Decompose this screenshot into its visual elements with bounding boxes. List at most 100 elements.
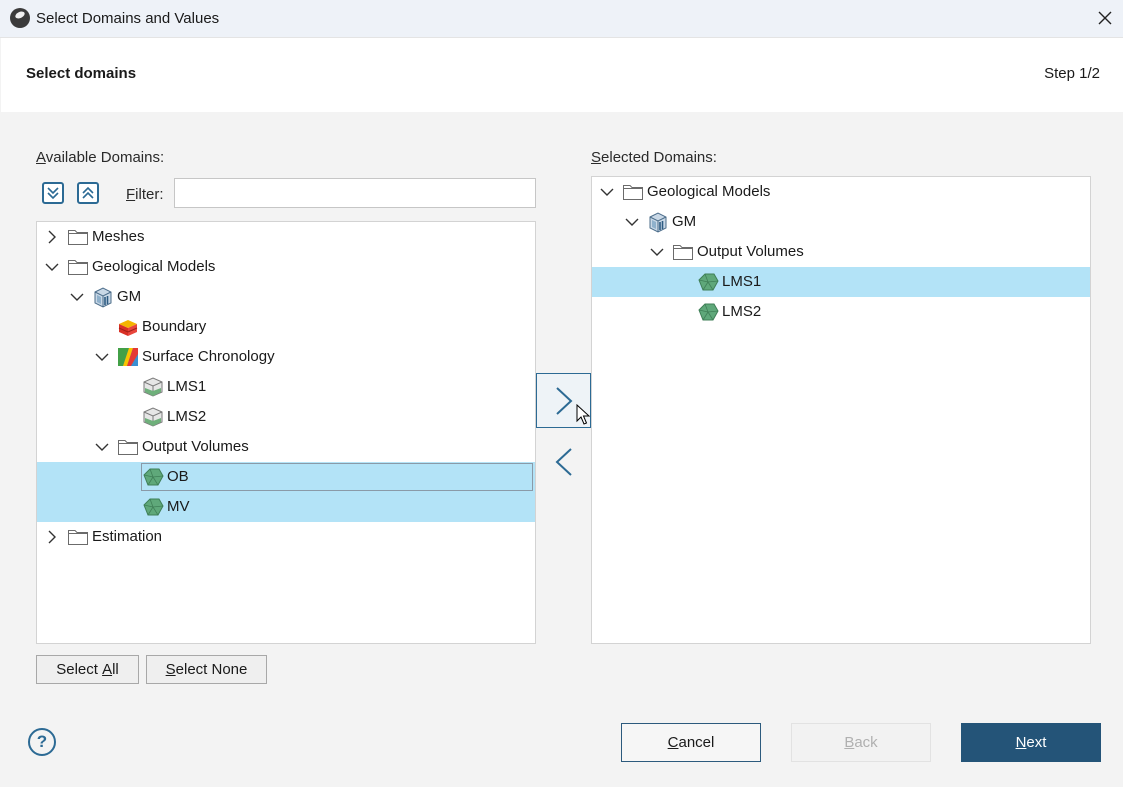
folder-icon [117, 436, 139, 458]
filter-input[interactable] [174, 178, 536, 208]
chevron-down-icon[interactable] [94, 349, 110, 365]
remove-from-selected-button[interactable] [546, 440, 582, 484]
tree-row[interactable]: Boundary [37, 312, 535, 342]
tree-row[interactable]: Estimation [37, 522, 535, 552]
tree-item-label: MV [167, 498, 190, 515]
chevron-right-icon[interactable] [44, 529, 60, 545]
tree-item-label: Boundary [142, 318, 207, 335]
chevron-down-icon[interactable] [599, 184, 615, 200]
tree-item[interactable] [142, 494, 532, 520]
boundary-icon [117, 316, 139, 338]
next-text: ext [1026, 734, 1047, 751]
mouse-cursor-icon [576, 404, 590, 425]
filter-label-text: ilter: [135, 186, 164, 203]
available-domains-tree[interactable]: Meshes Geological Models GM Boundary Surface… [36, 221, 536, 644]
tree-row[interactable]: LMS2 [592, 297, 1090, 327]
filter-label: Filter: [126, 186, 164, 203]
app-logo-icon [10, 8, 30, 28]
next-accel: N [1015, 734, 1027, 751]
select-all-accel: A [102, 661, 113, 678]
tree-item[interactable] [92, 284, 532, 310]
tree-item-label: Output Volumes [142, 438, 249, 455]
chevron-down-icon[interactable] [69, 289, 85, 305]
volume-icon [142, 496, 164, 518]
select-none-accel: S [165, 661, 176, 678]
selected-accel: S [591, 149, 602, 166]
tree-item-label: LMS2 [167, 408, 207, 425]
help-button[interactable]: ? [28, 728, 56, 756]
tree-row[interactable]: Meshes [37, 222, 535, 252]
available-domains-label: Available Domains: [36, 149, 164, 166]
folder-icon [67, 256, 89, 278]
page-title: Select domains [26, 65, 137, 82]
chevron-right-icon[interactable] [44, 229, 60, 245]
select-all-rest: ll [112, 661, 119, 678]
back-accel: B [844, 734, 855, 751]
tree-item-label: OB [167, 468, 189, 485]
cancel-text: ancel [678, 734, 715, 751]
selected-domains-tree[interactable]: Geological Models GM Output Volumes LMS1 LMS… [591, 176, 1091, 644]
next-button[interactable]: Next [961, 723, 1101, 762]
geomodel-icon [92, 286, 114, 308]
tree-row[interactable]: Geological Models [37, 252, 535, 282]
folder-icon [67, 226, 89, 248]
back-button[interactable]: Back [791, 723, 931, 762]
volume-icon [697, 271, 719, 293]
folder-icon [672, 241, 694, 263]
selected-domains-label: Selected Domains: [591, 149, 717, 166]
tree-row[interactable]: Geological Models [592, 177, 1090, 207]
double-chevron-up-icon [82, 186, 94, 199]
select-none-button[interactable]: Select None [146, 655, 267, 684]
folder-icon [67, 526, 89, 548]
selected-label-text: elected Domains: [601, 149, 717, 166]
tree-row[interactable]: Output Volumes [592, 237, 1090, 267]
collapse-all-button[interactable] [77, 182, 99, 204]
chevron-right-icon [555, 386, 572, 415]
tree-item-label: LMS1 [722, 273, 762, 290]
tree-row[interactable]: Output Volumes [37, 432, 535, 462]
tree-item[interactable] [647, 209, 1087, 235]
tree-row[interactable]: Surface Chronology [37, 342, 535, 372]
chevron-down-icon[interactable] [44, 259, 60, 275]
folder-icon [622, 181, 644, 203]
back-text: ack [854, 734, 878, 751]
chevron-left-icon [555, 448, 572, 476]
tree-row[interactable]: GM [37, 282, 535, 312]
chevron-down-icon[interactable] [649, 244, 665, 260]
filter-accel: F [126, 186, 136, 203]
surface-icon [142, 376, 164, 398]
available-accel: A [36, 149, 46, 166]
select-none-text: elect None [175, 661, 248, 678]
tree-row[interactable]: LMS1 [37, 372, 535, 402]
tree-row[interactable]: LMS2 [37, 402, 535, 432]
geomodel-icon [647, 211, 669, 233]
chevron-down-icon[interactable] [94, 439, 110, 455]
tree-item-label: Surface Chronology [142, 348, 275, 365]
tree-item[interactable] [141, 463, 533, 491]
cancel-accel: C [667, 734, 679, 751]
select-all-button[interactable]: Select All [36, 655, 139, 684]
volume-icon [697, 301, 719, 323]
tree-row[interactable]: OB [37, 462, 535, 492]
wizard-header [1, 38, 1123, 112]
tree-row[interactable]: LMS1 [592, 267, 1090, 297]
window-title: Select Domains and Values [36, 10, 220, 27]
tree-row[interactable]: MV [37, 492, 535, 522]
expand-all-button[interactable] [42, 182, 64, 204]
tree-item-label: Geological Models [647, 183, 771, 200]
available-label-text: vailable Domains: [45, 149, 165, 166]
select-all-text: Select [56, 661, 103, 678]
close-icon [1098, 11, 1112, 25]
chronology-icon [117, 346, 139, 368]
step-indicator: Step 1/2 [1044, 65, 1100, 82]
volume-icon [142, 466, 164, 488]
tree-item-label: GM [117, 288, 142, 305]
chevron-down-icon[interactable] [624, 214, 640, 230]
double-chevron-down-icon [47, 187, 59, 200]
tree-item-label: Estimation [92, 528, 163, 545]
tree-item-label: Output Volumes [697, 243, 804, 260]
cancel-button[interactable]: Cancel [621, 723, 761, 762]
tree-row[interactable]: GM [592, 207, 1090, 237]
close-button[interactable] [1090, 4, 1120, 32]
tree-item-label: LMS1 [167, 378, 207, 395]
